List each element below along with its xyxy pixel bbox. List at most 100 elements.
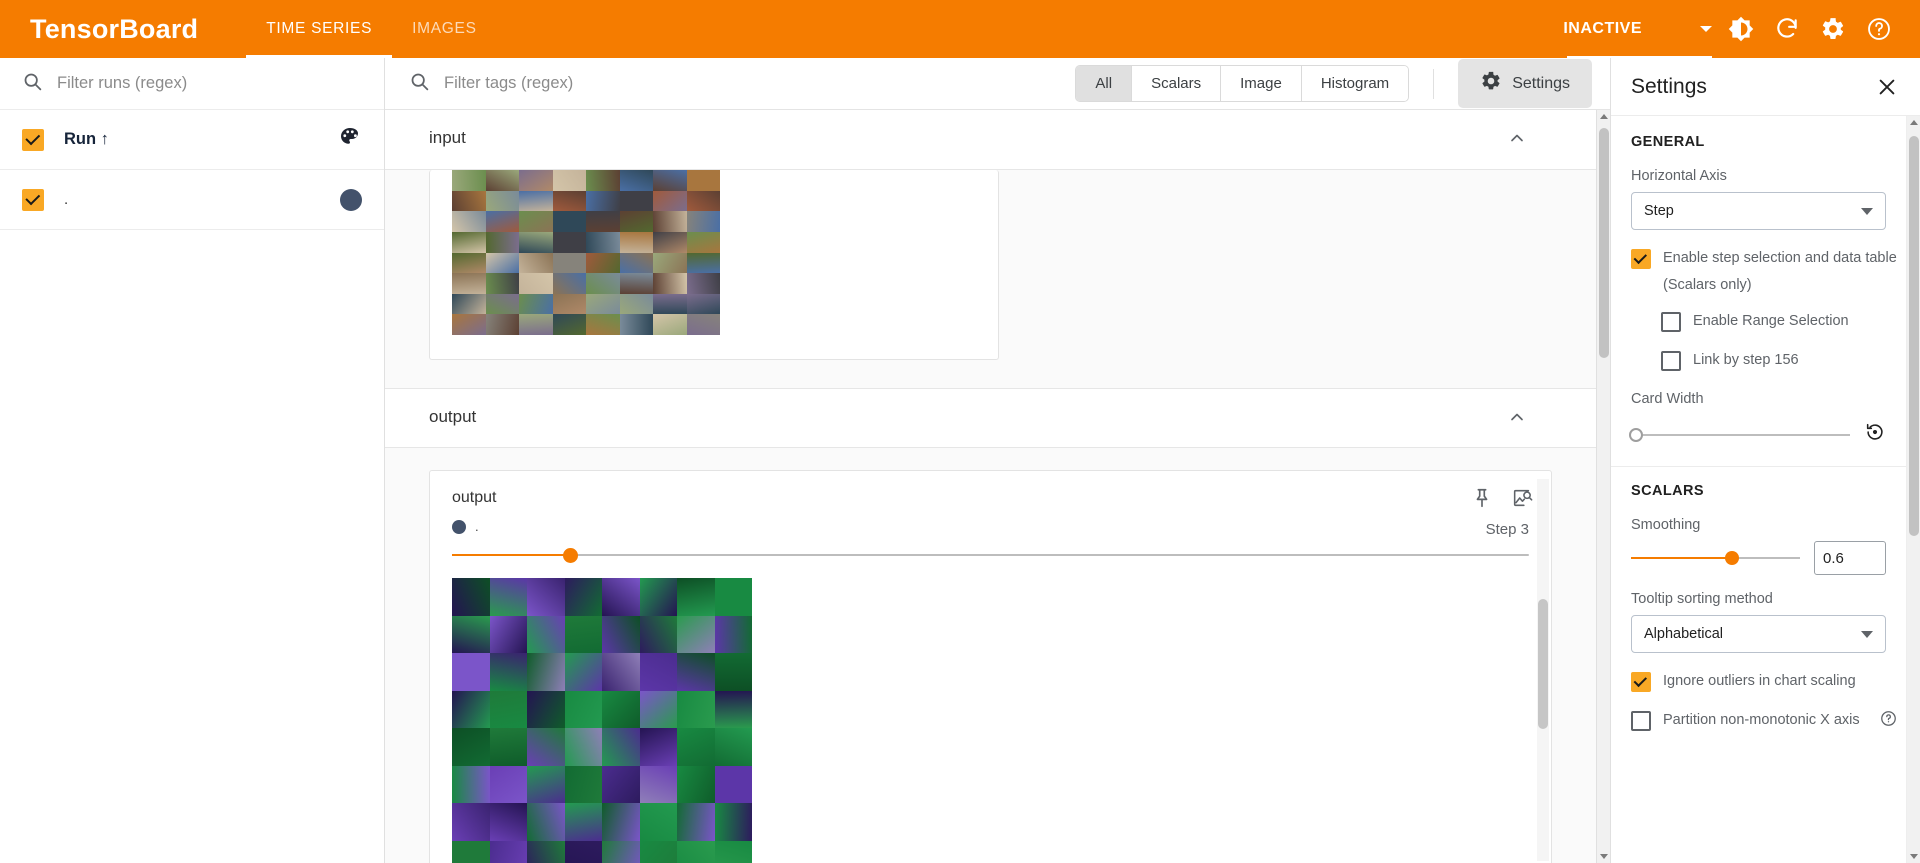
horizontal-axis-value: Step	[1644, 203, 1674, 219]
image-tile	[519, 293, 553, 315]
select-all-runs-checkbox[interactable]	[22, 128, 44, 151]
tab-images[interactable]: IMAGES	[392, 0, 497, 58]
image-tile	[489, 653, 527, 691]
refresh-icon[interactable]	[1764, 6, 1810, 52]
run-row[interactable]: .	[0, 170, 384, 230]
image-tile	[653, 211, 687, 232]
image-tile	[677, 840, 715, 863]
smoothing-slider-knob[interactable]	[1725, 551, 1740, 565]
image-tile	[452, 252, 486, 274]
horizontal-axis-select[interactable]: Step	[1631, 192, 1886, 230]
image-tile	[452, 653, 490, 691]
tooltip-sorting-value: Alphabetical	[1644, 626, 1723, 642]
settings-button[interactable]: Settings	[1458, 59, 1592, 108]
card-width-label: Card Width	[1631, 391, 1704, 407]
scroll-up-arrow-icon[interactable]	[1910, 120, 1918, 125]
partition-x-axis-checkbox[interactable]	[1631, 711, 1651, 731]
image-tile	[586, 211, 620, 232]
tooltip-sorting-select[interactable]: Alphabetical	[1631, 615, 1886, 653]
card-width-slider-row	[1629, 421, 1886, 448]
image-tile	[552, 231, 586, 253]
image-tile	[677, 765, 715, 803]
link-by-step-row[interactable]: Link by step 156	[1661, 350, 1886, 371]
main-scrollbar[interactable]	[1596, 110, 1610, 863]
brightness-icon[interactable]	[1718, 6, 1764, 52]
settings-scalars-heading: SCALARS	[1631, 483, 1704, 499]
chevron-up-icon[interactable]	[1506, 127, 1528, 149]
smoothing-value-input[interactable]: 0.6	[1814, 541, 1886, 575]
image-tile	[653, 314, 687, 335]
enable-step-selection-checkbox[interactable]	[1631, 249, 1651, 269]
run-color-dot	[452, 519, 466, 534]
image-tile	[586, 314, 620, 335]
enable-step-selection-row[interactable]: Enable step selection and data table	[1631, 248, 1897, 269]
image-tile	[602, 803, 640, 841]
enable-range-selection-row[interactable]: Enable Range Selection	[1661, 311, 1886, 332]
pin-icon[interactable]	[1471, 487, 1493, 514]
step-slider-knob[interactable]	[562, 547, 578, 563]
image-tile	[677, 690, 715, 728]
plugin-filter-image[interactable]: Image	[1220, 66, 1301, 101]
image-tile	[639, 653, 677, 691]
scroll-down-arrow-icon[interactable]	[1600, 854, 1608, 859]
run-checkbox[interactable]	[22, 188, 44, 211]
image-tile	[653, 293, 687, 315]
image-tile	[586, 190, 620, 212]
step-slider-fill	[452, 554, 571, 556]
plugin-filter-histogram[interactable]: Histogram	[1300, 66, 1409, 101]
image-tile	[714, 578, 752, 616]
plugin-filter-group: All Scalars Image Histogram	[1075, 65, 1410, 102]
help-circle-icon[interactable]	[1880, 710, 1897, 732]
step-slider[interactable]	[452, 546, 1529, 564]
image-tile	[653, 190, 687, 212]
output-card-scrollbar-thumb[interactable]	[1538, 599, 1548, 729]
plugin-filter-scalars[interactable]: Scalars	[1131, 66, 1221, 101]
restore-icon[interactable]	[1864, 421, 1886, 448]
tab-time-series[interactable]: TIME SERIES	[246, 0, 393, 58]
image-tile	[686, 273, 720, 294]
run-color-swatch[interactable]	[340, 188, 362, 211]
run-status[interactable]: INACTIVE	[1549, 0, 1718, 58]
image-tile	[452, 728, 490, 766]
smoothing-slider-track[interactable]	[1631, 551, 1800, 565]
plugin-filter-all[interactable]: All	[1076, 66, 1132, 101]
ignore-outliers-checkbox[interactable]	[1631, 672, 1651, 692]
chevron-up-icon[interactable]	[1506, 406, 1528, 428]
image-tile	[489, 803, 527, 841]
settings-scrollbar[interactable]	[1906, 116, 1920, 863]
link-by-step-label: Link by step 156	[1693, 352, 1799, 368]
step-slider-track[interactable]	[452, 547, 1529, 563]
settings-scrollbar-thumb[interactable]	[1909, 136, 1919, 536]
image-tile	[619, 293, 653, 315]
link-by-step-checkbox[interactable]	[1661, 351, 1681, 371]
settings-panel-header: Settings	[1611, 58, 1920, 116]
close-icon[interactable]	[1874, 74, 1900, 100]
output-card-scrollbar[interactable]	[1537, 479, 1549, 861]
scroll-down-arrow-icon[interactable]	[1910, 854, 1918, 859]
image-tile	[619, 273, 653, 294]
enable-range-selection-checkbox[interactable]	[1661, 312, 1681, 332]
scroll-up-arrow-icon[interactable]	[1600, 114, 1608, 119]
tag-filter-row[interactable]: Filter tags (regex)	[409, 71, 1061, 97]
run-filter-row[interactable]: Filter runs (regex)	[0, 58, 384, 110]
card-width-slider-track[interactable]	[1629, 427, 1850, 442]
image-search-icon[interactable]	[1511, 487, 1533, 514]
image-tile	[677, 803, 715, 841]
ignore-outliers-row[interactable]: Ignore outliers in chart scaling	[1631, 671, 1886, 692]
image-tile	[485, 190, 519, 212]
card-group-output-header[interactable]: output	[429, 389, 1552, 445]
card-group-input-header[interactable]: input	[429, 110, 1552, 166]
gear-icon[interactable]	[1810, 6, 1856, 52]
image-tile	[527, 653, 565, 691]
partition-x-axis-row[interactable]: Partition non-monotonic X axis	[1631, 710, 1896, 732]
settings-panel-title: Settings	[1631, 74, 1707, 98]
chevron-down-icon[interactable]	[1700, 26, 1712, 32]
main-scrollbar-thumb[interactable]	[1599, 128, 1609, 358]
output-card-step-label: Step 3	[1485, 521, 1529, 538]
image-tile	[452, 273, 486, 294]
image-tile	[485, 314, 519, 335]
run-status-label: INACTIVE	[1563, 20, 1642, 37]
palette-icon[interactable]	[338, 125, 362, 154]
help-icon[interactable]	[1856, 6, 1902, 52]
card-width-slider-knob[interactable]	[1629, 427, 1643, 442]
